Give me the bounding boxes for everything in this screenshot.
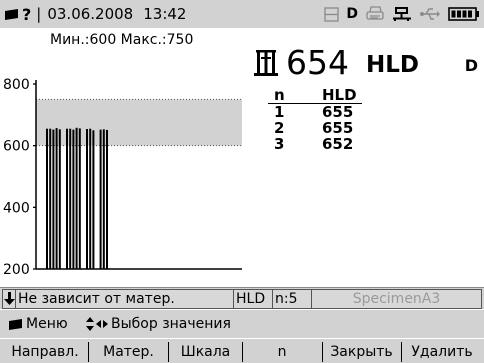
menu-hint-bar: Меню Выбор значения [0,310,484,338]
menu-label: Меню [26,316,68,332]
table-header: n HLD [268,86,362,104]
chart-bar [75,127,78,270]
column-header-hld: HLD [322,86,357,104]
y-tick-label: 400 [3,200,30,216]
table-row: 3 652 [268,136,362,152]
reading-unit: HLD [366,52,419,78]
reading-value: 654 [286,43,349,82]
row-index: 1 [274,103,285,121]
row-index: 2 [274,119,285,137]
row-value: 655 [322,103,354,121]
mode-d-icon: D [346,6,358,22]
y-tick-label: 200 [3,262,30,278]
table-row: 2 655 [268,120,362,136]
softkey-close[interactable]: Закрыть [323,342,400,362]
memory-card-icon [324,6,340,22]
info-bar: Не зависит от матер. HLD n:5 SpecimenA3 [0,287,484,309]
select-value-label: Выбор значения [111,316,231,332]
arrow-keys-icon [86,317,108,331]
chart-bar [49,128,52,269]
row-index: 3 [274,135,285,153]
chart-bar [72,129,75,269]
chart-bar [99,129,102,269]
direction-down-icon[interactable] [2,289,16,309]
y-tick-label: 600 [3,139,30,155]
table-row: 1 655 [268,104,362,120]
battery-icon [448,7,479,21]
time-display: 13:42 [143,5,187,23]
softkey-delete[interactable]: Удалить [402,342,482,362]
menu-hint[interactable]: Меню [8,316,68,332]
limit-label: Мин.:600 Макс.:750 [50,32,194,48]
softkey-scale[interactable]: Шкала [169,342,242,362]
probe-mode: D [464,56,478,75]
results-table: n HLD 1 655 2 655 3 652 [268,86,362,152]
specimen-field[interactable]: SpecimenA3 [311,289,482,309]
chart-bar [102,129,105,269]
row-value: 652 [322,135,354,153]
softkey-bar: Направл. Матер. Шкала n Закрыть Удалить [0,339,484,363]
chart-bar [52,129,55,269]
status-icons: D [324,4,480,24]
softkey-material[interactable]: Матер. [89,342,168,362]
scale-field[interactable]: HLD [233,289,273,309]
network-icon [393,7,411,21]
softkey-count[interactable]: n [243,342,321,362]
material-field[interactable]: Не зависит от матер. [15,289,234,309]
select-value-hint[interactable]: Выбор значения [86,316,231,332]
y-tick-label: 800 [3,77,30,93]
reading-panel: 654 HLD D [248,44,484,84]
status-bar: ? | 03.06.2008 13:42 D [0,0,484,28]
count-field[interactable]: n:5 [272,289,312,309]
printer-icon [366,6,384,20]
chart-bar [46,128,48,269]
chart-bar [66,128,68,269]
chart-bar [58,129,61,269]
chart-bar [78,128,81,269]
keyboard-icon [9,318,22,330]
chart-bar [92,130,95,269]
date-display: 03.06.2008 [47,5,134,23]
hardness-chart: 800 600 400 200 [3,77,242,278]
usb-icon [420,8,440,20]
chart-bar [89,128,92,269]
status-indicator: ? [22,4,32,24]
impact-device-icon [254,50,278,76]
chart-bar [69,128,72,269]
status-left: ? | 03.06.2008 13:42 [4,4,186,24]
row-value: 655 [322,119,354,137]
column-header-n: n [274,86,285,104]
status-separator: | [36,5,42,23]
chart-bar [86,129,88,269]
chart-bar [106,129,108,269]
softkey-direction[interactable]: Направл. [3,342,87,362]
chart-bar [55,128,58,269]
keyboard-icon [5,8,18,20]
